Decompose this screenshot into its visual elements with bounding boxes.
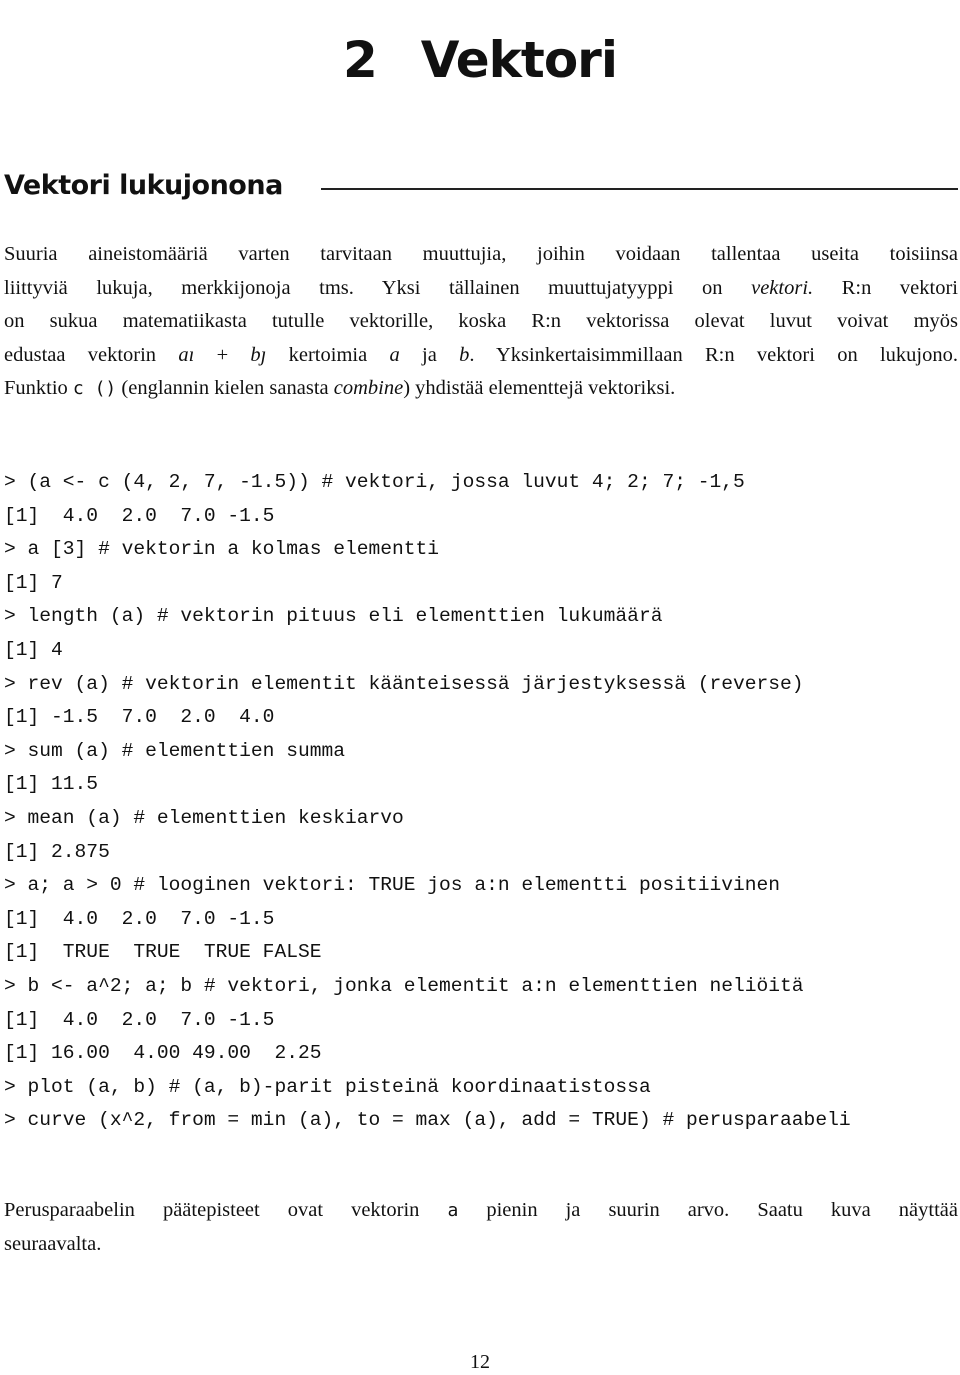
code-output-line: [1] -1.5 7.0 2.0 4.0 [4,706,275,729]
code-output-line: [1] 16.00 4.00 49.00 2.25 [4,1042,322,1065]
text-run: . Yksinkertaisimmillaan R:n vektori on l… [469,343,958,366]
text-run: on sukua matematiikasta tutulle vektoril… [4,310,958,333]
text-run: kertoimia [266,343,390,366]
r-code-listing: > (a <- c (4, 2, 7, -1.5)) # vektori, jo… [4,466,958,1138]
section-title: Vektori lukujonona [4,170,283,201]
outro-paragraph: Perusparaabelin päätepisteet ovat vektor… [4,1194,958,1261]
chapter-title: 2 Vektori [0,28,960,92]
code-output-line: [1] 7 [4,571,63,594]
code-input-line: > mean (a) # elementtien keskiarvo [4,806,404,829]
text-run: (englannin kielen sanasta [116,377,334,400]
intro-paragraph: Suuria aineistomääriä varten tarvitaan m… [4,238,958,406]
paragraph-line: Perusparaabelin päätepisteet ovat vektor… [4,1194,958,1228]
code-input-line: > curve (x^2, from = min (a), to = max (… [4,1109,851,1132]
text-run: Perusparaabelin päätepisteet ovat vektor… [4,1199,448,1221]
text-run: pienin ja suurin arvo. Saatu kuva näyttä… [458,1199,958,1221]
code-output-line: [1] 4.0 2.0 7.0 -1.5 [4,907,275,930]
text-run: Funktio [4,377,73,400]
code-output-line: [1] TRUE TRUE TRUE FALSE [4,941,322,964]
section-rule [320,188,958,190]
math-symbol: a [178,343,189,366]
text-run: R:n vektori [813,276,958,299]
code-output-line: [1] 2.875 [4,840,110,863]
text-run: seuraavalta. [4,1232,102,1255]
code-input-line: > rev (a) # vektorin elementit käänteise… [4,672,804,695]
math-symbol: a [389,343,400,366]
text-run: edustaa vektorin [4,343,179,366]
paragraph-line: seuraavalta. [4,1228,958,1262]
paragraph-line: Suuria aineistomääriä varten tarvitaan m… [4,238,958,272]
math-symbol: b [459,343,470,366]
emphasis-text: vektori. [751,276,814,299]
code-output-line: [1] 4.0 2.0 7.0 -1.5 [4,504,275,527]
code-output-line: [1] 4.0 2.0 7.0 -1.5 [4,1008,275,1031]
text-run: + [194,343,251,366]
section-heading: Vektori lukujonona [4,166,958,206]
inline-code: a [447,1200,459,1221]
code-input-line: > a; a > 0 # looginen vektori: TRUE jos … [4,874,781,897]
chapter-title-text: Vektori [420,30,618,89]
paragraph-line: edustaa vektorin aı + bȷ kertoimia a ja … [4,339,958,373]
paragraph-line: liittyviä lukuja, merkkijonoja tms. Yksi… [4,272,958,306]
text-run: ja [399,343,460,366]
page-number: 12 [470,1351,490,1373]
code-input-line: > plot (a, b) # (a, b)-parit pisteinä ko… [4,1075,651,1098]
paragraph-line: Funktio c () (englannin kielen sanasta c… [4,372,958,406]
code-output-line: [1] 4 [4,638,63,661]
paragraph-line: on sukua matematiikasta tutulle vektoril… [4,305,958,339]
inline-code: c () [72,378,117,400]
text-run: liittyviä lukuja, merkkijonoja tms. Yksi… [4,276,752,299]
text-run: Suuria aineistomääriä varten tarvitaan m… [4,243,958,265]
emphasis-text: combine [333,377,404,400]
code-input-line: > sum (a) # elementtien summa [4,739,345,762]
chapter-number: 2 [343,30,378,89]
code-output-line: [1] 11.5 [4,773,99,796]
text-run: ) yhdistää elementtejä vektoriksi. [403,377,676,400]
code-input-line: > b <- a^2; a; b # vektori, jonka elemen… [4,974,804,997]
code-input-line: > (a <- c (4, 2, 7, -1.5)) # vektori, jo… [4,471,745,493]
math-symbol: b [250,343,261,366]
code-input-line: > a [3] # vektorin a kolmas elementti [4,538,440,561]
code-input-line: > length (a) # vektorin pituus eli eleme… [4,605,663,628]
